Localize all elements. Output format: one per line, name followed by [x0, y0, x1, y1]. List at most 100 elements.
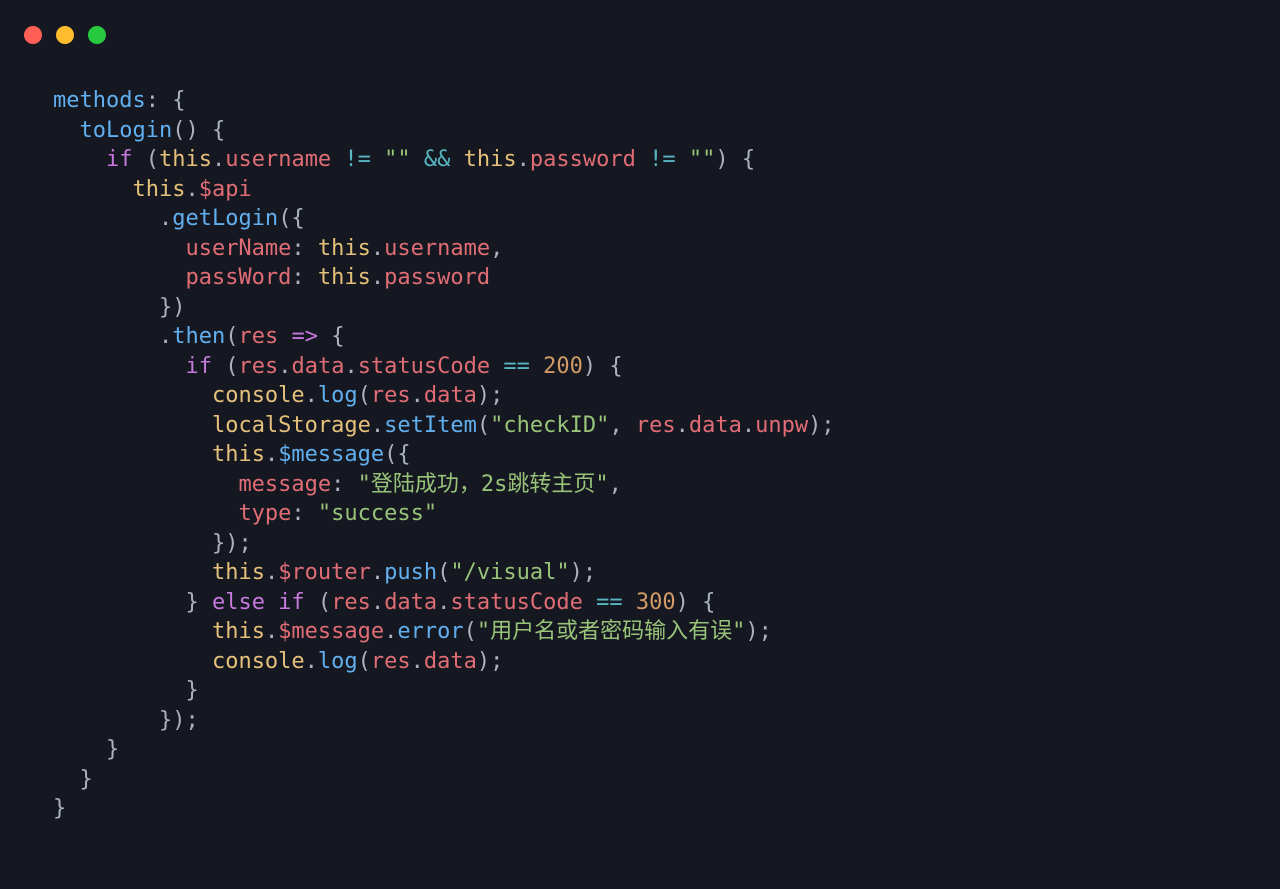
token-string: "": [384, 147, 411, 172]
token-op: &&: [411, 147, 464, 172]
token-call: getLogin: [172, 206, 278, 231]
token-this: this: [212, 619, 265, 644]
token-punc: (: [132, 147, 159, 172]
token-param: res: [238, 324, 278, 349]
token-punc: (: [358, 649, 371, 674]
token-prop: data: [689, 413, 742, 438]
token-op: ==: [583, 590, 636, 615]
token-punc: : {: [146, 88, 186, 113]
close-icon[interactable]: [24, 26, 42, 44]
token-var: res: [238, 354, 278, 379]
token-punc: .: [371, 236, 384, 261]
token-punc: (: [464, 619, 477, 644]
token-punc: (: [212, 354, 239, 379]
token-punc: .: [371, 265, 384, 290]
token-punc: (: [305, 590, 332, 615]
token-prop: data: [384, 590, 437, 615]
token-var: res: [636, 413, 676, 438]
token-punc: .: [344, 354, 357, 379]
token-global: console: [212, 383, 305, 408]
token-op: !=: [636, 147, 689, 172]
maximize-icon[interactable]: [88, 26, 106, 44]
token-keyword: else: [212, 590, 265, 615]
token-punc: .: [305, 383, 318, 408]
token-punc: ({: [384, 442, 411, 467]
token-punc: .: [411, 649, 424, 674]
token-this: this: [318, 236, 371, 261]
token-punc: () {: [172, 118, 225, 143]
token-arrow: =>: [278, 324, 331, 349]
token-call: error: [397, 619, 463, 644]
token-punc: }): [159, 295, 186, 320]
token-punc: .: [742, 413, 755, 438]
code-block: methods: { toLogin() { if (this.username…: [53, 86, 835, 824]
token-number: 300: [636, 590, 676, 615]
token-var: res: [371, 649, 411, 674]
token-global: localStorage: [212, 413, 371, 438]
token-key: type: [238, 501, 291, 526]
token-call: $message: [278, 442, 384, 467]
token-punc: ) {: [676, 590, 716, 615]
token-keyword: if: [278, 590, 305, 615]
token-prop: username: [384, 236, 490, 261]
token-punc: :: [291, 265, 318, 290]
token-punc: (: [477, 413, 490, 438]
token-string: "/visual": [450, 560, 569, 585]
token-punc: .: [185, 177, 198, 202]
token-punc: {: [331, 324, 344, 349]
token-keyword: if: [185, 354, 212, 379]
token-punc: (: [358, 383, 371, 408]
token-string: "success": [318, 501, 437, 526]
token-string: "用户名或者密码输入有误": [477, 619, 746, 644]
token-key: message: [238, 472, 331, 497]
token-property: methods: [53, 88, 146, 113]
token-punc: .: [265, 619, 278, 644]
token-punc: ) {: [715, 147, 755, 172]
token-string: "checkID": [490, 413, 609, 438]
token-this: this: [464, 147, 517, 172]
token-punc: .: [676, 413, 689, 438]
token-punc: }: [106, 737, 119, 762]
token-prop: $api: [199, 177, 252, 202]
token-string: "登陆成功，2s跳转主页": [358, 472, 609, 497]
token-call: push: [384, 560, 437, 585]
token-call: then: [172, 324, 225, 349]
token-punc: .: [437, 590, 450, 615]
token-keyword: if: [106, 147, 133, 172]
token-call: log: [318, 649, 358, 674]
token-punc: }: [185, 678, 198, 703]
token-punc: }: [53, 796, 66, 821]
token-op: !=: [331, 147, 384, 172]
token-punc: :: [291, 236, 318, 261]
token-punc: .: [411, 383, 424, 408]
token-prop: password: [530, 147, 636, 172]
token-punc: (: [225, 324, 238, 349]
token-punc: );: [477, 649, 504, 674]
token-call: log: [318, 383, 358, 408]
token-punc: .: [265, 442, 278, 467]
token-punc: .: [159, 206, 172, 231]
minimize-icon[interactable]: [56, 26, 74, 44]
token-prop: username: [225, 147, 331, 172]
token-punc: .: [517, 147, 530, 172]
token-prop: $message: [278, 619, 384, 644]
token-prop: statusCode: [450, 590, 582, 615]
token-prop: data: [291, 354, 344, 379]
code-window: methods: { toLogin() { if (this.username…: [0, 0, 1280, 889]
token-punc: ,: [609, 413, 636, 438]
window-traffic-lights: [24, 26, 106, 44]
token-punc: .: [371, 560, 384, 585]
token-prop: $router: [278, 560, 371, 585]
token-var: res: [371, 383, 411, 408]
token-punc: .: [278, 354, 291, 379]
token-punc: (: [437, 560, 450, 585]
token-punc: ,: [490, 236, 503, 261]
token-punc: );: [477, 383, 504, 408]
token-punc: ) {: [583, 354, 623, 379]
token-prop: statusCode: [358, 354, 490, 379]
token-prop: unpw: [755, 413, 808, 438]
token-method: toLogin: [80, 118, 173, 143]
token-this: this: [159, 147, 212, 172]
token-string: "": [689, 147, 716, 172]
token-global: console: [212, 649, 305, 674]
